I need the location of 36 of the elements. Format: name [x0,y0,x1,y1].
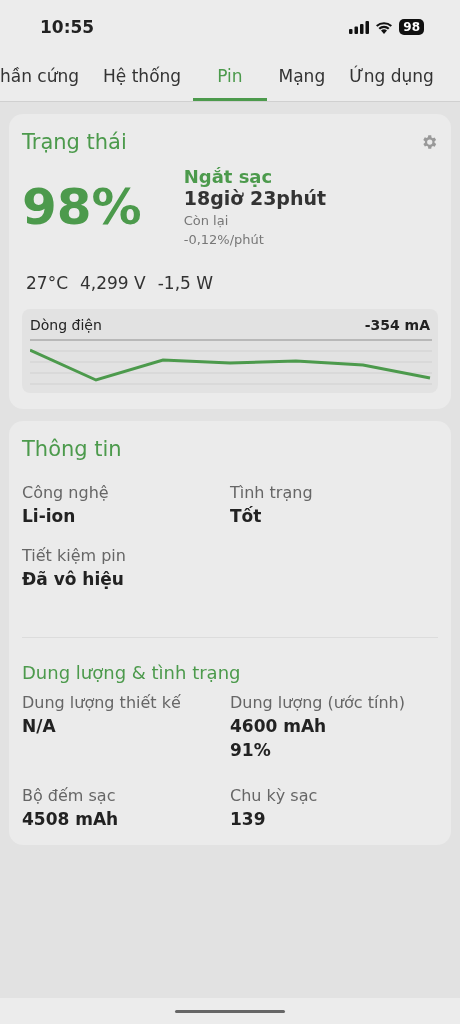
current-value: -354 mA [364,317,430,333]
field-label: Chu kỳ sạc [230,786,319,805]
field-value: Tốt [230,506,263,526]
clock-time: 10:55 [40,17,95,37]
current-label: Dòng điện [30,317,102,333]
field-label: Tiết kiệm pin [22,546,127,565]
charge-state: Ngắt sạc [183,166,274,187]
field-value: N/A [22,716,57,736]
field-label: Bộ đếm sạc [22,786,117,805]
power: -1,5 W [157,273,214,293]
field-value: 4600 mAh [230,716,328,736]
field-label: Dung lượng (ước tính) [230,693,406,712]
field-label: Công nghệ [22,483,110,502]
field-value: 91% [230,740,272,760]
section-title: Dung lượng & tình trạng [22,662,241,683]
field-value: 4508 mAh [22,809,120,829]
battery-level: 98 [399,19,424,35]
field-value: Li-ion [22,506,77,526]
field-label: Dung lượng thiết kế [22,693,182,712]
field-value: Đã vô hiệu [22,569,125,589]
voltage: 4,299 V [80,273,146,293]
field-value: 139 [230,809,267,829]
remaining-label: Còn lại [183,213,230,228]
temperature: 27°C [26,273,68,293]
tab[interactable]: hần cứng [0,54,92,101]
card-title: Trạng thái [22,130,127,154]
field-label: Tình trạng [230,483,314,502]
battery-percent: 98% [22,177,142,236]
signal-icon [349,20,370,34]
drain-rate: -0,12%/phút [183,232,265,247]
wifi-icon [375,20,394,34]
tab[interactable]: Hệ thống [91,54,194,101]
card-title: Thông tin [22,437,122,461]
time-remaining: 18giờ 23phút [183,187,327,209]
tab[interactable]: Ứng dụng [337,54,446,101]
tab[interactable]: Mạng [266,54,338,101]
